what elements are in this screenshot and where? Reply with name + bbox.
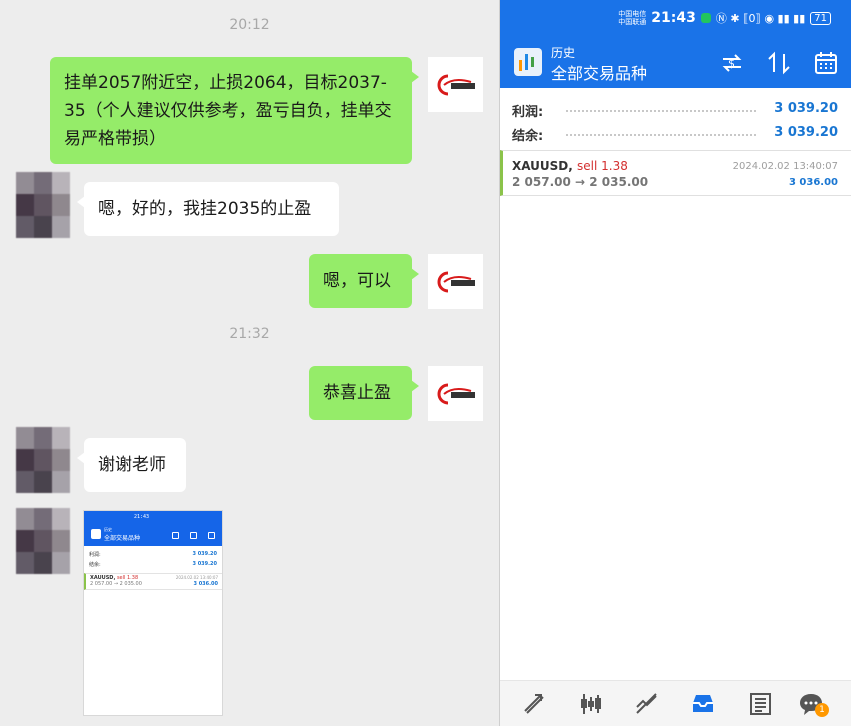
- history-icon[interactable]: [690, 691, 716, 717]
- battery-icon: 71: [810, 11, 831, 25]
- thumb-header: 21:43 历史 全部交易品种: [84, 511, 222, 546]
- thumb-deal-row: XAUUSD, sell 1.38 2024.02.02 13:40:07 2 …: [84, 573, 222, 590]
- brand-logo-icon: [437, 74, 475, 95]
- balance-label: 结余:: [512, 129, 544, 144]
- message-text: 嗯，好的，我挂2035的止盈: [98, 199, 312, 219]
- thumb-balance-label: 结余:: [89, 562, 101, 568]
- chat-timestamp: 20:12: [229, 17, 270, 33]
- thumb-profit-row: 利润: 3 039.20: [84, 549, 222, 559]
- thumb-balance-row: 结余: 3 039.20: [84, 559, 222, 569]
- thumb-profit-label: 利润:: [89, 552, 101, 558]
- trade-icon[interactable]: [634, 691, 660, 717]
- sort-icon[interactable]: [766, 50, 792, 76]
- page-subtitle: 历史: [551, 46, 576, 60]
- balance-value: 3 039.20: [774, 125, 838, 140]
- account-summary: 利润: 3 039.20 结余: 3 039.20: [500, 88, 851, 146]
- dotted-leader: [566, 134, 756, 136]
- carrier-labels: 中国电信 中国联通: [618, 10, 646, 26]
- thumb-clock: 21:43: [134, 514, 150, 520]
- status-bar: 中国电信 中国联通 21:43 Ⓝ ✱ ⟦0⟧ ◉ ▮▮ ▮▮ 71: [618, 10, 831, 26]
- chat-panel[interactable]: 20:12 挂单2057附近空，止损2064，目标2037-35（个人建议仅供参…: [0, 0, 499, 726]
- carrier-2: 中国联通: [618, 18, 647, 26]
- message-bubble-out[interactable]: 嗯，可以: [309, 254, 419, 308]
- thumb-deal-prices: 2 057.00 → 2 035.00: [90, 581, 142, 587]
- contact-avatar[interactable]: [16, 172, 70, 238]
- calendar-icon[interactable]: [813, 50, 839, 76]
- message-text: 谢谢老师: [98, 455, 166, 475]
- message-bubble-in[interactable]: 嗯，好的，我挂2035的止盈: [77, 182, 339, 236]
- thumb-title: 全部交易品种: [104, 535, 141, 542]
- thumb-balance-value: 3 039.20: [192, 561, 217, 567]
- deal-type: sell 1.38: [577, 159, 628, 173]
- message-text: 恭喜止盈: [323, 383, 391, 403]
- deal-time: 2024.02.02 13:40:07: [732, 161, 838, 172]
- status-clock: 21:43: [651, 10, 696, 26]
- message-text: 嗯，可以: [323, 271, 391, 291]
- message-bubble-in[interactable]: 谢谢老师: [77, 438, 186, 492]
- brand-logo-icon: [437, 383, 475, 404]
- app-header: 中国电信 中国联通 21:43 Ⓝ ✱ ⟦0⟧ ◉ ▮▮ ▮▮ 71 历史 全部…: [500, 0, 851, 88]
- brand-logo-icon: [437, 271, 475, 292]
- mt5-history-screen: 中国电信 中国联通 21:43 Ⓝ ✱ ⟦0⟧ ◉ ▮▮ ▮▮ 71 历史 全部…: [500, 0, 851, 726]
- thumb-deal-profit: 3 036.00: [193, 581, 218, 587]
- deal-prices: 2 057.00 → 2 035.00: [512, 175, 649, 189]
- thumb-profit-value: 3 039.20: [192, 551, 217, 557]
- contact-avatar[interactable]: [16, 427, 70, 493]
- wechat-notification-icon: [700, 13, 711, 23]
- news-icon[interactable]: [747, 691, 773, 717]
- message-bubble-out[interactable]: 恭喜止盈: [309, 366, 419, 420]
- message-text: 挂单2057附近空，止损2064，目标2037-35（个人建议仅供参考，盈亏自负…: [64, 73, 392, 149]
- message-bubble-out[interactable]: 挂单2057附近空，止损2064，目标2037-35（个人建议仅供参考，盈亏自负…: [50, 57, 419, 164]
- status-icons: Ⓝ ✱ ⟦0⟧ ◉ ▮▮ ▮▮: [715, 12, 806, 25]
- svg-text:$: $: [728, 57, 735, 70]
- thumb-dollar-icon: [172, 532, 179, 539]
- my-avatar[interactable]: [428, 57, 483, 112]
- balance-row: 结余: 3 039.20: [500, 122, 851, 146]
- dollar-swap-icon[interactable]: $: [719, 50, 745, 76]
- messages-badge: 1: [815, 703, 829, 717]
- contact-avatar[interactable]: [16, 508, 70, 574]
- profit-value: 3 039.20: [774, 101, 838, 116]
- dotted-leader: [566, 110, 756, 112]
- screenshot-image-message[interactable]: 21:43 历史 全部交易品种 利润: 3 039.20 结余: 3 039.2…: [83, 510, 223, 716]
- my-avatar[interactable]: [428, 366, 483, 421]
- deal-profit: 3 036.00: [788, 177, 838, 188]
- carrier-1: 中国电信: [618, 10, 647, 18]
- deal-symbol: XAUUSD,: [512, 159, 573, 173]
- thumb-app-logo-icon: [91, 529, 101, 539]
- deal-header: XAUUSD, sell 1.38: [512, 159, 628, 173]
- profit-row: 利润: 3 039.20: [500, 98, 851, 122]
- chart-icon[interactable]: [578, 691, 604, 717]
- metatrader-logo-icon[interactable]: [514, 48, 542, 76]
- deal-row[interactable]: XAUUSD, sell 1.38 2 057.00 → 2 035.00 20…: [500, 150, 851, 196]
- quotes-icon[interactable]: [521, 691, 547, 717]
- thumb-calendar-icon: [208, 532, 215, 539]
- symbol-filter-title[interactable]: 全部交易品种: [551, 60, 647, 84]
- thumb-deal-time: 2024.02.02 13:40:07: [175, 575, 218, 580]
- chat-timestamp: 21:32: [229, 326, 270, 342]
- thumb-sort-icon: [190, 532, 197, 539]
- my-avatar[interactable]: [428, 254, 483, 309]
- profit-label: 利润:: [512, 105, 544, 120]
- bottom-nav: [500, 680, 851, 726]
